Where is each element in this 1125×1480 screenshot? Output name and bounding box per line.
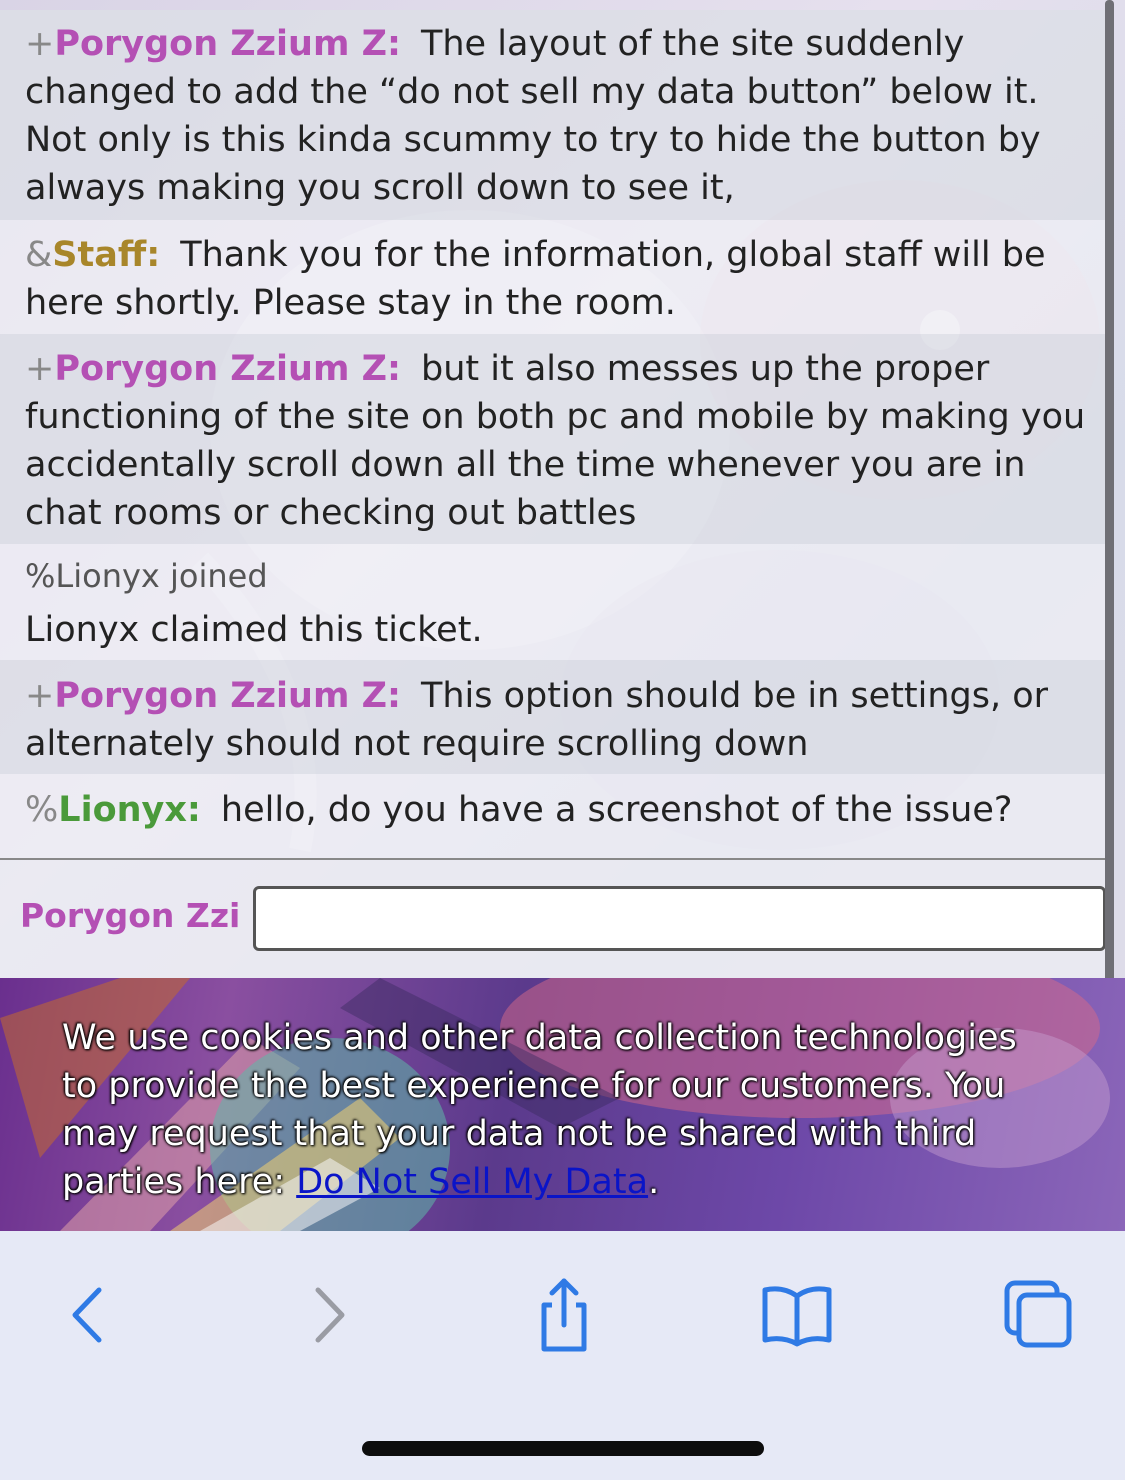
forward-icon [315,1287,345,1343]
username[interactable]: Staff: [52,235,160,275]
tabs-button[interactable] [990,1270,1080,1360]
forward-button[interactable] [285,1270,375,1360]
chat-log[interactable]: +Porygon Zzium Z: The layout of the site … [0,0,1110,858]
back-icon [72,1287,102,1343]
do-not-sell-link[interactable]: Do Not Sell My Data [296,1162,648,1202]
bookmarks-icon [762,1286,832,1347]
user-rank: + [25,349,55,389]
system-message: Lionyx claimed this ticket. [0,602,1110,660]
username[interactable]: Porygon Zzium Z: [54,349,401,389]
home-indicator[interactable] [362,1441,764,1456]
chat-message: &Staff: Thank you for the information, gl… [0,220,1110,334]
username[interactable]: Porygon Zzium Z: [54,676,401,716]
user-rank: + [25,24,55,64]
user-rank: & [25,235,53,275]
username[interactable]: Porygon Zzium Z: [54,24,401,64]
join-notice: %Lionyx joined [0,544,1110,602]
notice-text: %Lionyx joined [25,557,268,595]
chat-message: +Porygon Zzium Z: but it also messes up t… [0,334,1110,544]
username[interactable]: Lionyx: [58,790,201,830]
chat-message: %Lionyx: hello, do you have a screenshot … [0,774,1110,858]
back-button[interactable] [42,1270,132,1360]
user-rank: % [25,790,59,830]
cookie-period: . [648,1162,660,1202]
message-text: hello, do you have a screenshot of the i… [220,790,1013,830]
tabs-icon [1004,1280,1072,1348]
share-icon [541,1278,587,1352]
system-text: Lionyx claimed this ticket. [25,610,483,650]
message-text: Thank you for the information, global st… [25,235,1046,323]
user-rank: + [25,676,55,716]
cookie-banner: We use cookies and other data collection… [0,978,1125,1231]
bookmarks-button[interactable] [752,1270,842,1360]
compose-username[interactable]: Porygon Zzi [20,896,240,935]
chat-input[interactable] [253,886,1106,951]
cookie-notice-text: We use cookies and other data collection… [62,1014,1062,1206]
chat-message: +Porygon Zzium Z: The layout of the site … [0,10,1110,220]
chat-message: +Porygon Zzium Z: This option should be i… [0,660,1110,774]
share-button[interactable] [518,1270,608,1360]
